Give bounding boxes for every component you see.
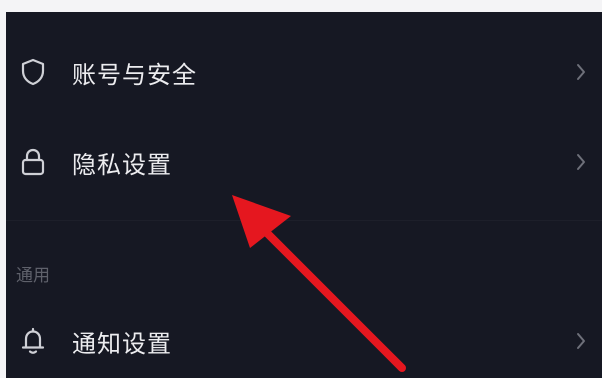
settings-item-label: 账号与安全 [72,60,197,89]
settings-screen: 账号与安全 隐私设置 通用 通知设置 [6,12,602,378]
lock-icon [18,147,48,177]
chevron-right-icon [574,151,588,173]
shield-icon [18,57,48,87]
settings-item-privacy[interactable]: 隐私设置 [6,117,602,207]
bell-icon [18,326,48,356]
chevron-right-icon [574,330,588,352]
settings-item-account-security[interactable]: 账号与安全 [6,27,602,117]
section-divider [6,220,602,221]
section-title-general: 通用 [16,266,50,286]
settings-item-label: 隐私设置 [72,150,172,179]
chevron-right-icon [574,61,588,83]
settings-item-label: 通知设置 [72,329,172,358]
settings-item-notifications[interactable]: 通知设置 [6,296,602,378]
